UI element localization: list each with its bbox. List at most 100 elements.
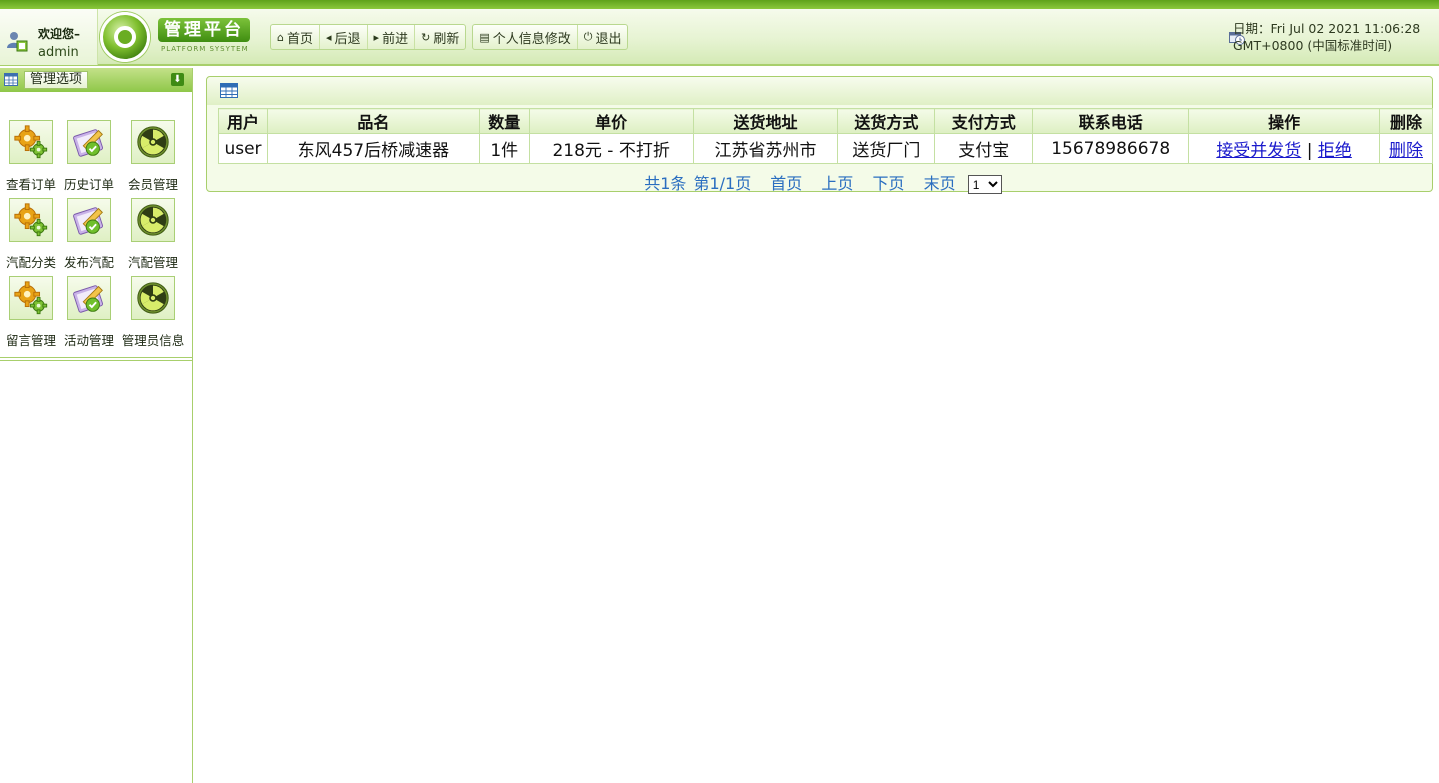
platform-subtitle: PLATFORM SYSYTEM	[161, 45, 249, 53]
edit-icon	[67, 276, 111, 320]
pagination: 共1条 第1/1页 首页 上页 下页 末页 1	[207, 170, 1432, 194]
cell-delete: 删除	[1378, 133, 1434, 164]
cell-delivery: 送货厂门	[837, 133, 936, 164]
cell-price: 218元 - 不打折	[528, 133, 694, 164]
gear-icon	[9, 276, 53, 320]
platform-title: 管理平台	[158, 18, 250, 42]
orders-table: 用户 品名 数量 单价 送货地址 送货方式 支付方式 联系电话 操作 删除 us…	[218, 108, 1434, 164]
radiation-icon	[131, 120, 175, 164]
refresh-label: 刷新	[433, 31, 460, 47]
column-header-product: 品名	[266, 108, 480, 134]
nav-button-group: ⌂ 首页 ◂ 后退 ▸ 前进 ↻ 刷新	[270, 24, 467, 50]
datetime-display: 日期：Fri Jul 02 2021 11:06:28 GMT+0800 (中国…	[1233, 20, 1433, 54]
welcome-text: 欢迎您–	[38, 27, 81, 41]
sidebar-item-label: 历史订单	[63, 177, 114, 192]
sidebar-item[interactable]: 管理员信息	[120, 276, 186, 349]
forward-label: 前进	[382, 31, 409, 47]
platform-logo	[100, 12, 150, 62]
edit-icon	[67, 120, 111, 164]
sidebar-item-label: 会员管理	[127, 177, 178, 192]
cell-quantity: 1件	[478, 133, 530, 164]
page-select[interactable]: 1	[967, 175, 1002, 194]
reject-link[interactable]: 拒绝	[1318, 141, 1352, 161]
document-icon: ▤	[479, 30, 490, 44]
gear-icon	[9, 120, 53, 164]
sidebar-item[interactable]: 历史订单	[58, 120, 120, 193]
accept-ship-link[interactable]: 接受并发货	[1216, 141, 1301, 161]
power-icon: ⏻	[583, 30, 593, 43]
column-header-price: 单价	[528, 108, 694, 134]
sidebar-item-label: 管理员信息	[121, 333, 185, 348]
pager-next-link[interactable]: 下页	[873, 174, 905, 193]
sidebar-item[interactable]: 活动管理	[58, 276, 120, 349]
radiation-icon	[131, 276, 175, 320]
home-label: 首页	[286, 31, 313, 47]
column-header-address: 送货地址	[692, 108, 839, 134]
account-button-group: ▤ 个人信息修改 ⏻ 退出	[472, 24, 629, 50]
table-header-row: 用户 品名 数量 单价 送货地址 送货方式 支付方式 联系电话 操作 删除	[218, 108, 1434, 134]
cell-user: user	[218, 133, 268, 164]
sidebar-item[interactable]: 留言管理	[0, 276, 62, 349]
calendar-grid-icon	[4, 73, 18, 86]
cell-payment: 支付宝	[934, 133, 1034, 164]
user-icon	[7, 32, 28, 52]
collapse-arrow-icon[interactable]: ⬇	[171, 73, 184, 86]
table-row: user 东风457后桥减速器 1件 218元 - 不打折 江苏省苏州市 送货厂…	[218, 133, 1434, 164]
profile-edit-label: 个人信息修改	[492, 31, 571, 47]
pager-current-page: 第1/1页	[693, 174, 752, 193]
sidebar-item-label: 活动管理	[63, 333, 114, 348]
sidebar-item[interactable]: 发布汽配	[58, 198, 120, 271]
cell-product: 东风457后桥减速器	[266, 133, 480, 164]
refresh-icon: ↻	[421, 30, 431, 44]
column-header-phone: 联系电话	[1032, 108, 1190, 134]
column-header-payment: 支付方式	[934, 108, 1034, 134]
forward-arrow-icon: ▸	[373, 30, 380, 44]
pager-total: 共1条	[644, 174, 687, 193]
toolbar: ⌂ 首页 ◂ 后退 ▸ 前进 ↻ 刷新 ▤ 个人信息修改 ⏻ 退出	[270, 24, 629, 50]
table-icon	[220, 83, 238, 98]
profile-edit-button[interactable]: ▤ 个人信息修改	[473, 25, 578, 49]
sidebar-item-label: 留言管理	[5, 333, 56, 348]
pager-last-link[interactable]: 末页	[924, 174, 956, 193]
refresh-button[interactable]: ↻ 刷新	[415, 25, 465, 49]
sidebar-item[interactable]: 查看订单	[0, 120, 62, 193]
sidebar-item-label: 查看订单	[5, 177, 56, 192]
sidebar-item[interactable]: 汽配分类	[0, 198, 62, 271]
pager-prev-link[interactable]: 上页	[821, 174, 853, 193]
logo-mark-icon	[114, 26, 136, 48]
sidebar-title: 管理选项	[24, 71, 89, 89]
column-header-user: 用户	[218, 108, 268, 134]
sidebar-item[interactable]: 会员管理	[120, 120, 186, 193]
logout-button[interactable]: ⏻ 退出	[578, 25, 628, 49]
orders-panel: 用户 品名 数量 单价 送货地址 送货方式 支付方式 联系电话 操作 删除 us…	[206, 76, 1434, 194]
pager-first-link[interactable]: 首页	[770, 174, 802, 193]
back-arrow-icon: ◂	[326, 30, 332, 44]
timezone-line: GMT+0800 (中国标准时间)	[1233, 38, 1393, 53]
gear-icon	[9, 198, 53, 242]
header-stripe	[0, 0, 1439, 9]
sidebar-header: 管理选项 ⬇	[0, 68, 192, 92]
action-separator: |	[1306, 141, 1313, 161]
home-button[interactable]: ⌂ 首页	[271, 25, 320, 49]
forward-button[interactable]: ▸ 前进	[368, 25, 416, 49]
column-header-delete: 删除	[1378, 108, 1434, 134]
back-label: 后退	[334, 31, 361, 47]
date-line: 日期：Fri Jul 02 2021 11:06:28	[1233, 21, 1421, 36]
sidebar: 管理选项 ⬇ 查看订单 历史订单 会员管理 汽配分类 发布汽配 汽配管理 留言管理 活动管理管…	[0, 68, 193, 783]
admin-username: admin	[38, 45, 79, 60]
edit-icon	[67, 198, 111, 242]
cell-phone: 15678986678	[1032, 133, 1190, 164]
column-header-actions: 操作	[1188, 108, 1380, 134]
top-header: 欢迎您– admin 管理平台 PLATFORM SYSYTEM ⌂ 首页 ◂ …	[0, 0, 1439, 66]
back-button[interactable]: ◂ 后退	[320, 25, 368, 49]
delete-link[interactable]: 删除	[1389, 141, 1423, 161]
home-icon: ⌂	[277, 30, 284, 44]
column-header-quantity: 数量	[478, 108, 530, 134]
cell-address: 江苏省苏州市	[692, 133, 839, 164]
logout-label: 退出	[595, 31, 622, 47]
column-header-delivery: 送货方式	[837, 108, 936, 134]
cell-actions: 接受并发货 | 拒绝	[1188, 133, 1380, 164]
sidebar-item-label: 汽配管理	[127, 255, 178, 270]
sidebar-item[interactable]: 汽配管理	[120, 198, 186, 271]
sidebar-item-label: 发布汽配	[63, 255, 114, 270]
